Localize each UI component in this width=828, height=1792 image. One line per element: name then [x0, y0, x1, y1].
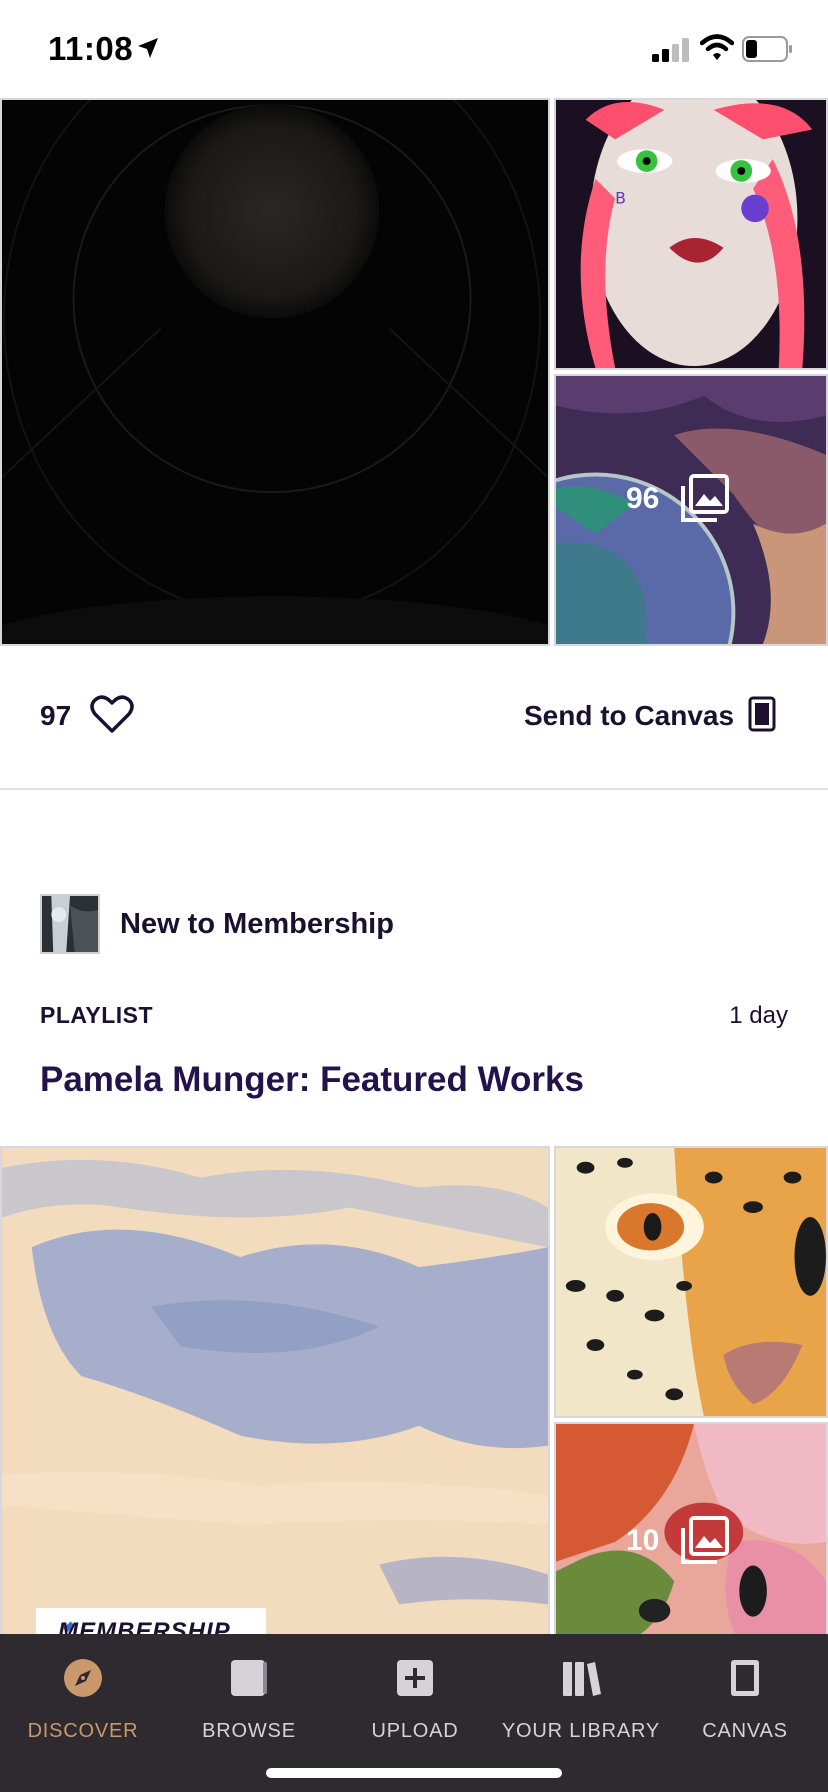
artwork-floral-tile[interactable]: 10	[554, 1422, 828, 1652]
home-indicator	[266, 1768, 562, 1778]
heart-icon[interactable]	[90, 694, 134, 734]
gallery-stack-icon	[681, 1516, 730, 1564]
wifi-icon	[700, 34, 734, 60]
tab-upload[interactable]: UPLOAD	[332, 1634, 498, 1754]
status-bar: 11:08	[0, 0, 828, 98]
artwork-planet-tile[interactable]: 96	[554, 374, 828, 646]
gallery-stack-icon	[681, 474, 730, 522]
tab-canvas[interactable]: CANVAS	[662, 1634, 828, 1754]
artwork-leopard	[556, 1148, 826, 1416]
image-count: 10	[626, 1524, 660, 1557]
svg-text:B: B	[615, 188, 626, 207]
tab-discover[interactable]: DISCOVER	[0, 1634, 166, 1754]
library-icon	[563, 1662, 601, 1696]
status-time: 11:08	[48, 30, 134, 67]
cellular-signal-icon	[652, 38, 689, 62]
artwork-sky-tile[interactable]	[0, 1146, 550, 1646]
section-avatar[interactable]	[40, 894, 100, 954]
tab-label: YOUR LIBRARY	[501, 1720, 661, 1742]
artwork-main-tile[interactable]	[0, 98, 550, 646]
upload-plus-icon	[397, 1660, 433, 1696]
artwork-portrait-tile[interactable]: B	[554, 98, 828, 370]
tab-browse[interactable]: BROWSE	[166, 1634, 332, 1754]
image-count-overlay: 96	[626, 472, 731, 526]
playlist-title[interactable]: Pamela Munger: Featured Works	[40, 1060, 584, 1100]
membership-badge-text: MEMBERSHIP	[58, 1618, 231, 1634]
image-count-overlay: 10	[626, 1514, 731, 1568]
location-arrow-icon	[138, 38, 158, 58]
image-count: 96	[626, 482, 660, 515]
post-age: 1 day	[729, 1002, 788, 1029]
compass-icon	[64, 1659, 102, 1697]
artwork-sky-painting	[2, 1148, 548, 1644]
canvas-icon	[731, 1660, 759, 1696]
like-count: 97	[40, 700, 72, 731]
battery-icon	[742, 36, 792, 62]
section-title[interactable]: New to Membership	[120, 908, 394, 941]
artwork-dark-tunnel	[2, 100, 548, 644]
tab-label: DISCOVER	[27, 1720, 139, 1742]
canvas-device-icon[interactable]	[748, 696, 776, 732]
post-image-grid: B 96	[0, 98, 828, 646]
post-action-row: 97 Send to Canvas	[0, 646, 828, 790]
tab-label: UPLOAD	[371, 1720, 459, 1742]
waterfall-thumbnail	[42, 896, 98, 952]
playlist-image-grid: 10	[0, 1146, 828, 1652]
tab-label: BROWSE	[202, 1720, 296, 1742]
artwork-portrait: B	[556, 100, 826, 368]
tab-your-library[interactable]: YOUR LIBRARY	[498, 1634, 664, 1754]
bottom-tab-bar: DISCOVER BROWSE UPLOAD YOUR LIBRARY CANV…	[0, 1634, 828, 1792]
tab-label: CANVAS	[702, 1720, 788, 1742]
artwork-leopard-tile[interactable]	[554, 1146, 828, 1418]
content-type-label: PLAYLIST	[40, 1002, 154, 1028]
send-to-canvas-button[interactable]: Send to Canvas	[524, 700, 734, 732]
browse-icon	[231, 1660, 267, 1696]
membership-badge: MEMBERSHIP	[36, 1608, 266, 1634]
